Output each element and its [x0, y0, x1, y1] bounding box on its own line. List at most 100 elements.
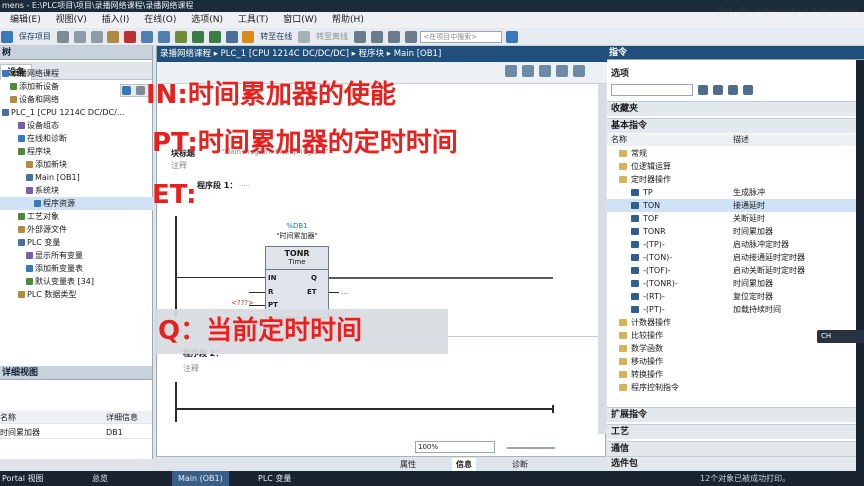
search-down-icon[interactable] [698, 85, 708, 95]
section-communication[interactable]: 通信 [607, 441, 856, 456]
box-icon[interactable] [521, 65, 534, 77]
instruction-item[interactable]: -(TON)- 启动接通延时定时器 [607, 251, 856, 264]
taskbar-overview[interactable]: 总览 [92, 471, 108, 486]
copy-icon[interactable] [90, 31, 103, 43]
tree-item[interactable]: 添加新块 [0, 158, 153, 171]
tree-item[interactable]: 外部源文件 [0, 223, 153, 236]
et-operand[interactable]: ... [341, 288, 348, 296]
zoom-slider[interactable] [507, 447, 555, 449]
instruction-item[interactable]: 转换操作 [607, 368, 856, 381]
upload-icon[interactable] [208, 31, 221, 43]
tree-item[interactable]: PLC 数据类型 [0, 288, 153, 301]
search-go-icon[interactable] [506, 31, 519, 43]
instruction-item[interactable]: TON 接通延时 [607, 199, 856, 212]
undo-icon[interactable] [141, 31, 154, 43]
print-icon[interactable] [56, 31, 69, 43]
window-layout-icon[interactable] [404, 31, 417, 43]
menu-edit[interactable]: 编辑(E) [10, 15, 41, 25]
tree-item[interactable]: PLC 变量 [0, 236, 153, 249]
instruction-item[interactable]: 移动操作 [607, 355, 856, 368]
go-online-icon[interactable] [242, 31, 255, 43]
menu-view[interactable]: 视图(V) [56, 15, 87, 25]
portal-view-button[interactable]: Portal 视图 [2, 471, 44, 486]
instruction-item[interactable]: 程序控制指令 [607, 381, 856, 394]
go-offline-icon[interactable] [298, 31, 311, 43]
instruction-item[interactable]: 计数器操作 [607, 316, 856, 329]
search-up-icon[interactable] [712, 85, 723, 95]
detail-view-header[interactable]: 详细视图 [0, 366, 152, 380]
pt-operand[interactable]: <???> [231, 299, 254, 307]
cut-icon[interactable] [73, 31, 86, 43]
instruction-item[interactable]: -(TOF)- 启动关断延时定时器 [607, 264, 856, 277]
network1-title[interactable]: 程序段 1： [197, 180, 237, 191]
compile-icon[interactable] [174, 31, 187, 43]
cross-reference-icon[interactable] [370, 31, 383, 43]
redo-icon[interactable] [158, 31, 170, 43]
section-extended[interactable]: 扩展指令 [607, 407, 856, 422]
favorites-icon[interactable] [555, 65, 568, 77]
instruction-search-input[interactable] [611, 84, 693, 96]
monitor-icon[interactable] [572, 65, 585, 77]
fb-instance-name[interactable]: "时间累加器" [265, 232, 329, 240]
tree-item[interactable]: 添加新变量表 [0, 262, 153, 275]
favorites-add-icon[interactable] [742, 85, 753, 95]
paste-icon[interactable] [107, 31, 120, 43]
instruction-item[interactable]: TOF 关断延时 [607, 212, 856, 225]
instruction-item[interactable]: TONR 时间累加器 [607, 225, 856, 238]
split-editor-icon[interactable] [387, 31, 400, 43]
instruction-item[interactable]: -(PT)- 加载持续时间 [607, 303, 856, 316]
zoom-select[interactable]: 100% [415, 441, 495, 453]
tree-item[interactable]: Main [OB1] [0, 171, 153, 184]
instruction-item[interactable]: 定时器操作 [607, 173, 856, 186]
ime-indicator[interactable]: CH [817, 330, 864, 343]
section-basic-instructions[interactable]: 基本指令 [607, 118, 856, 133]
pin-in[interactable]: IN [268, 274, 276, 282]
pin-pt[interactable]: PT [268, 301, 278, 309]
tree-item[interactable]: 默认变量表 [34] [0, 275, 153, 288]
tree-item[interactable]: 在线和诊断 [0, 132, 153, 145]
instruction-item[interactable]: TP 生成脉冲 [607, 186, 856, 199]
tree-item[interactable]: 系统块 [0, 184, 153, 197]
section-technology[interactable]: 工艺 [607, 424, 856, 439]
pin-q[interactable]: Q [311, 274, 317, 282]
new-project-icon[interactable] [1, 31, 13, 43]
tab-diagnostics[interactable]: 诊断 [508, 458, 532, 471]
tree-item[interactable]: 录播网络课程 [0, 67, 153, 80]
menu-tools[interactable]: 工具(T) [238, 15, 269, 25]
tree-item[interactable]: 显示所有变量 [0, 249, 153, 262]
instruction-item[interactable]: 数学函数 [607, 342, 856, 355]
go-offline-button[interactable]: 转至离线 [314, 29, 350, 45]
tree-item[interactable]: 工艺对象 [0, 210, 153, 223]
go-online-button[interactable]: 转至在线 [258, 29, 294, 45]
tab-info[interactable]: 信息 [452, 458, 476, 471]
menu-insert[interactable]: 插入(I) [102, 15, 130, 25]
editor-vscroll[interactable] [598, 84, 606, 434]
tree-item[interactable]: 设备组态 [0, 119, 153, 132]
section-favorites[interactable]: 收藏夹 [607, 101, 856, 116]
delete-icon[interactable] [124, 31, 137, 43]
instruction-item[interactable]: -(RT)- 复位定时器 [607, 290, 856, 303]
menu-window[interactable]: 窗口(W) [283, 15, 317, 25]
menu-online[interactable]: 在线(O) [144, 15, 176, 25]
tab-properties[interactable]: 属性 [396, 458, 420, 471]
tree-item[interactable]: 设备和网络 [0, 93, 153, 106]
menu-help[interactable]: 帮助(H) [332, 15, 364, 25]
instruction-item[interactable]: -(TONR)- 时间累加器 [607, 277, 856, 290]
tree-item[interactable]: PLC_1 [CPU 1214C DC/DC/... [0, 106, 153, 119]
section-optional-packages[interactable]: 选件包 [607, 456, 856, 471]
menu-options[interactable]: 选项(N) [191, 15, 223, 25]
accessible-devices-icon[interactable] [353, 31, 366, 43]
tree-item[interactable]: 程序块 [0, 145, 153, 158]
view-mode-icon[interactable] [727, 85, 738, 95]
project-search-input[interactable]: <在项目中搜索> [420, 31, 503, 43]
taskbar-plc-variables[interactable]: PLC 变量 [258, 471, 291, 486]
download-icon[interactable] [191, 31, 204, 43]
detail-row[interactable]: 时间累加器 DB1 [0, 426, 152, 439]
insert-network-icon[interactable] [505, 65, 517, 77]
pin-et[interactable]: ET [307, 288, 317, 296]
simulation-icon[interactable] [225, 31, 238, 43]
instruction-item[interactable]: 常规 [607, 147, 856, 160]
tree-item[interactable]: 添加新设备 [0, 80, 153, 93]
tree-item[interactable]: 程序资源 [0, 197, 153, 210]
taskbar-main-ob1[interactable]: Main (OB1) [172, 471, 229, 486]
